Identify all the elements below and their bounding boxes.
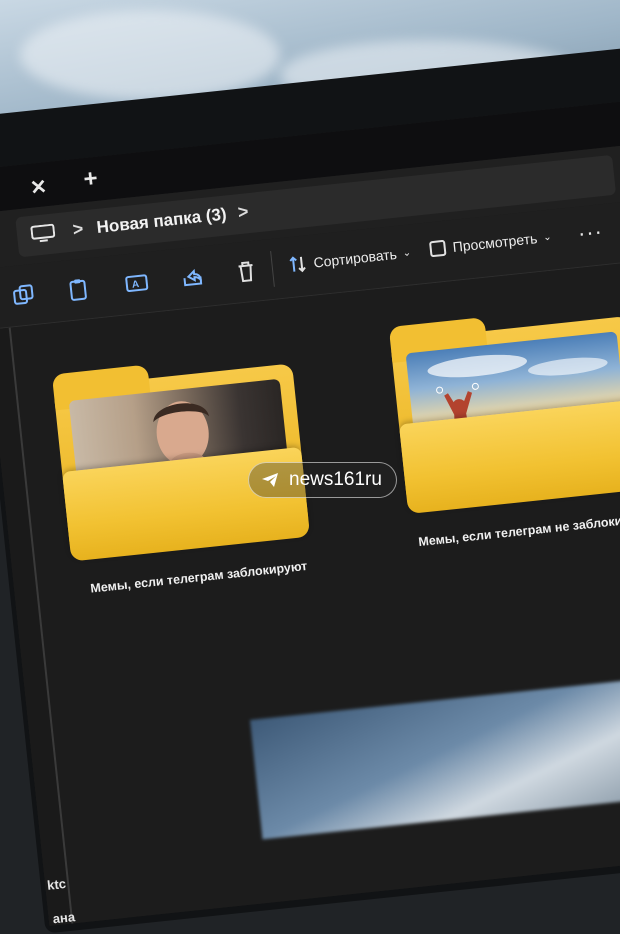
chevron-right-icon[interactable]: >	[237, 201, 250, 223]
share-icon[interactable]	[179, 264, 205, 290]
folder-item[interactable]: Мемы, если телеграм не заблокируют	[388, 301, 620, 566]
close-tab-button[interactable]: ✕	[29, 174, 48, 201]
monitor-icon[interactable]	[30, 223, 56, 244]
sort-label: Сортировать	[312, 245, 398, 271]
sidebar-item-label[interactable]: ktc	[46, 876, 66, 893]
svg-text:A: A	[131, 279, 139, 291]
more-options-button[interactable]: ···	[577, 218, 605, 246]
sidebar-item-label[interactable]: ана	[52, 909, 76, 926]
toolbar-divider	[270, 250, 275, 287]
sort-button[interactable]: Сортировать ⌄	[287, 242, 412, 275]
sort-arrows-icon	[289, 256, 306, 273]
view-button[interactable]: Просмотреть ⌄	[428, 228, 553, 259]
new-tab-button[interactable]: +	[82, 165, 99, 194]
delete-icon[interactable]	[233, 259, 259, 285]
news-watermark: news161ru	[248, 462, 397, 498]
chevron-down-icon: ⌄	[542, 231, 553, 243]
paste-icon[interactable]	[66, 276, 92, 302]
rename-icon[interactable]: A	[124, 270, 150, 296]
chevron-down-icon: ⌄	[402, 246, 412, 259]
view-label: Просмотреть	[451, 230, 539, 255]
folder-name: Мемы, если телеграм не заблокируют	[417, 510, 620, 550]
copy-icon[interactable]	[10, 282, 36, 308]
chevron-right-icon: >	[71, 218, 85, 240]
telegram-icon	[262, 473, 278, 487]
view-icon	[429, 240, 447, 258]
watermark-text: news161ru	[289, 469, 382, 490]
